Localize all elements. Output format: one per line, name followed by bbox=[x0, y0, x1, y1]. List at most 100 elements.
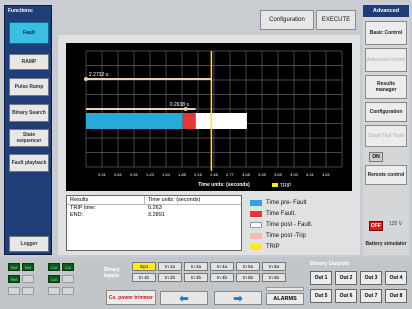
on-indicator[interactable]: ON bbox=[369, 152, 383, 162]
input-5b[interactable]: In 5b bbox=[236, 273, 260, 282]
execute-button[interactable]: EXECUTE bbox=[316, 10, 356, 30]
x-tick-label: 1.85 bbox=[178, 172, 187, 177]
timeline-segment bbox=[182, 113, 196, 129]
legend-item: Time Fault. bbox=[250, 208, 358, 219]
marker-label: 0.2638 s. bbox=[170, 102, 191, 108]
output-2[interactable]: Out 2 bbox=[335, 271, 357, 285]
x-tick-label: 1.54 bbox=[162, 172, 171, 177]
input-6b[interactable]: In 6b bbox=[262, 273, 286, 282]
input-4a[interactable]: In 4a bbox=[210, 262, 234, 271]
output-3[interactable]: Out 3 bbox=[360, 271, 382, 285]
x-tick-label: 4.00 bbox=[290, 172, 299, 177]
advanced-title: Advanced bbox=[363, 5, 409, 17]
legend-swatch bbox=[250, 243, 262, 250]
binary-outputs-label: Binary Outputs bbox=[310, 261, 350, 267]
x-tick-label: 3.69 bbox=[274, 172, 283, 177]
sidebar-title: Functions: bbox=[8, 8, 34, 14]
results-units-header: Time units: (seconds) bbox=[148, 197, 201, 203]
sidebar-item-pulse-ramp[interactable]: Pulse Ramp bbox=[9, 78, 49, 96]
advanced-sidebar: Advanced Basic Control Advanced control … bbox=[363, 5, 409, 255]
logger-button[interactable]: Logger bbox=[9, 236, 49, 252]
timeline-chart: 2.2732 s. 0.2638 s. 0.31 0.62 0.92 1.23 1.54 1.… bbox=[66, 43, 352, 191]
battery-simulator-label: Battery simulator bbox=[365, 235, 407, 253]
legend-item: TRIP bbox=[250, 241, 358, 252]
legend-item: Time post - Fault. bbox=[250, 219, 358, 230]
x-axis-label: Time units: (seconds) bbox=[198, 182, 250, 188]
output-7[interactable]: Out 7 bbox=[360, 289, 382, 303]
configuration-side-button[interactable]: Configuration bbox=[365, 102, 407, 122]
output-4[interactable]: Out 4 bbox=[385, 271, 407, 285]
input-2a[interactable]: In 2a bbox=[158, 262, 182, 271]
x-tick-label: 3.39 bbox=[258, 172, 267, 177]
end-value: 3.2891 bbox=[148, 212, 165, 218]
remote-control-button[interactable]: Remote control bbox=[365, 165, 407, 185]
status-led-off bbox=[8, 287, 20, 295]
x-tick-label: 4.62 bbox=[322, 172, 331, 177]
x-tick-label: 2.77 bbox=[226, 172, 235, 177]
status-led-off bbox=[22, 275, 34, 283]
legend-label: Time post - Fault. bbox=[266, 221, 313, 228]
sidebar-item-fault-playback[interactable]: Fault playback bbox=[9, 154, 49, 172]
sidebar-item-ramp[interactable]: RAMP bbox=[9, 54, 49, 70]
alarm-indicator-bar bbox=[266, 287, 304, 291]
status-led: Col bbox=[48, 263, 60, 271]
configuration-button[interactable]: Configuration bbox=[260, 10, 314, 30]
output-6[interactable]: Out 6 bbox=[335, 289, 357, 303]
main-panel: 2.2732 s. 0.2638 s. 0.31 0.62 0.92 1.23 1.54 1.… bbox=[58, 35, 360, 255]
input-3a[interactable]: In 3a bbox=[184, 262, 208, 271]
prev-button[interactable]: ⬅ bbox=[160, 291, 208, 305]
battery-off-toggle[interactable]: OFF bbox=[369, 221, 383, 231]
x-tick-label: 0.31 bbox=[98, 172, 107, 177]
legend-swatch bbox=[250, 221, 262, 228]
x-tick-label: 2.16 bbox=[194, 172, 203, 177]
results-manager-button[interactable]: Results manager bbox=[365, 75, 407, 99]
timeline-segment bbox=[195, 113, 247, 129]
timeline-segment bbox=[86, 113, 183, 129]
advanced-control-button[interactable]: Advanced control bbox=[365, 48, 407, 72]
trip-time-label: TRIP time: bbox=[70, 205, 96, 211]
input-1b[interactable]: In 1b bbox=[132, 273, 156, 282]
legend-label: Time pre- Fault bbox=[266, 199, 307, 206]
bottom-panel: Ref Ref Col Col Ref Col Binary Inputs tr… bbox=[0, 257, 412, 309]
x-tick-label: 4.31 bbox=[306, 172, 315, 177]
smart-test-tools-button[interactable]: Smart Test Tools bbox=[365, 125, 407, 147]
battery-voltage: 125 V bbox=[389, 221, 403, 227]
input-4b[interactable]: In 4b bbox=[210, 273, 234, 282]
functions-sidebar: Functions: Fault RAMP Pulse Ramp Binary … bbox=[4, 5, 52, 255]
legend-item: Time pre- Fault bbox=[250, 197, 358, 208]
arrow-right-icon: ➡ bbox=[233, 292, 243, 305]
x-tick-label: 2.46 bbox=[210, 172, 219, 177]
status-led: Col bbox=[62, 263, 74, 271]
chart-svg: 2.2732 s. 0.2638 s. 0.31 0.62 0.92 1.23 1.54 1.… bbox=[84, 50, 343, 189]
input-trip1[interactable]: trip1 bbox=[132, 262, 156, 271]
x-tick-label: 3.08 bbox=[242, 172, 251, 177]
basic-control-button[interactable]: Basic Control bbox=[365, 21, 407, 45]
output-5[interactable]: Out 5 bbox=[310, 289, 332, 303]
sidebar-item-state-sequencer[interactable]: State sequencer bbox=[9, 129, 49, 147]
input-6a[interactable]: In 6a bbox=[262, 262, 286, 271]
status-led: Ref bbox=[8, 275, 20, 283]
status-led: Col bbox=[48, 275, 60, 283]
legend-item: Time post -Trip bbox=[250, 230, 358, 241]
results-table: Results Time units: (seconds) TRIP time:… bbox=[66, 195, 242, 251]
x-tick-label: 1.23 bbox=[146, 172, 155, 177]
output-1[interactable]: Out 1 bbox=[310, 271, 332, 285]
sidebar-item-fault[interactable]: Fault bbox=[9, 22, 49, 44]
next-button[interactable]: ➡ bbox=[214, 291, 262, 305]
input-3b[interactable]: In 3b bbox=[184, 273, 208, 282]
power-trimmer-button[interactable]: Cs. power trimmer bbox=[106, 290, 156, 305]
status-led-off bbox=[48, 287, 60, 295]
trip-label: TRIP bbox=[280, 183, 292, 189]
marker-dot bbox=[84, 77, 88, 81]
sidebar-item-binary-search[interactable]: Binary Search bbox=[9, 104, 49, 122]
input-5a[interactable]: In 5a bbox=[236, 262, 260, 271]
output-8[interactable]: Out 8 bbox=[385, 289, 407, 303]
status-led: Ref bbox=[8, 263, 20, 271]
legend-swatch bbox=[250, 232, 262, 239]
legend-swatch bbox=[250, 199, 262, 206]
input-2b[interactable]: In 2b bbox=[158, 273, 182, 282]
alarms-button[interactable]: ALARMS bbox=[266, 293, 304, 305]
binary-inputs-label: Binary Inputs bbox=[104, 267, 120, 279]
arrow-left-icon: ⬅ bbox=[179, 292, 189, 305]
legend-label: TRIP bbox=[266, 243, 280, 250]
